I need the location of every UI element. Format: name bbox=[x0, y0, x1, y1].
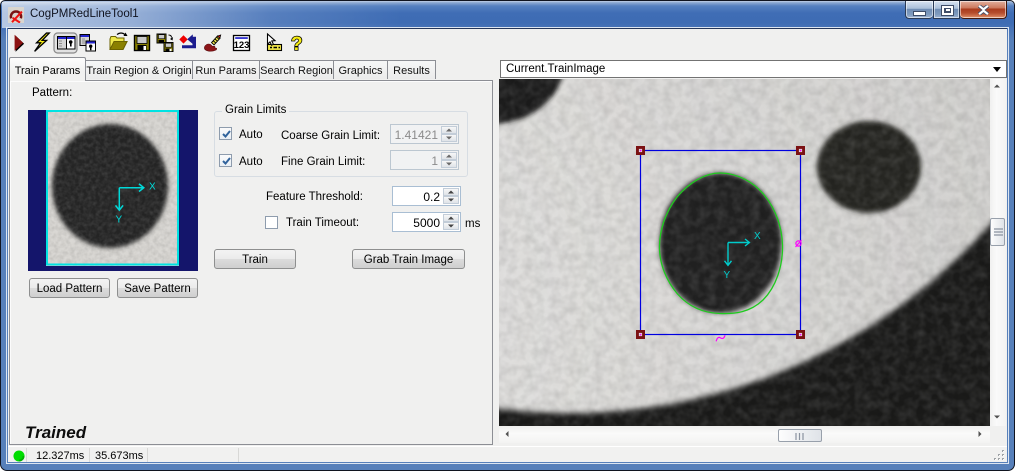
svg-text:Y: Y bbox=[116, 215, 123, 226]
svg-text:X: X bbox=[754, 231, 761, 242]
svg-text:Y: Y bbox=[724, 270, 731, 281]
svg-text:123: 123 bbox=[234, 40, 250, 51]
svg-text:?: ? bbox=[291, 34, 303, 55]
svg-text:X: X bbox=[149, 182, 156, 193]
